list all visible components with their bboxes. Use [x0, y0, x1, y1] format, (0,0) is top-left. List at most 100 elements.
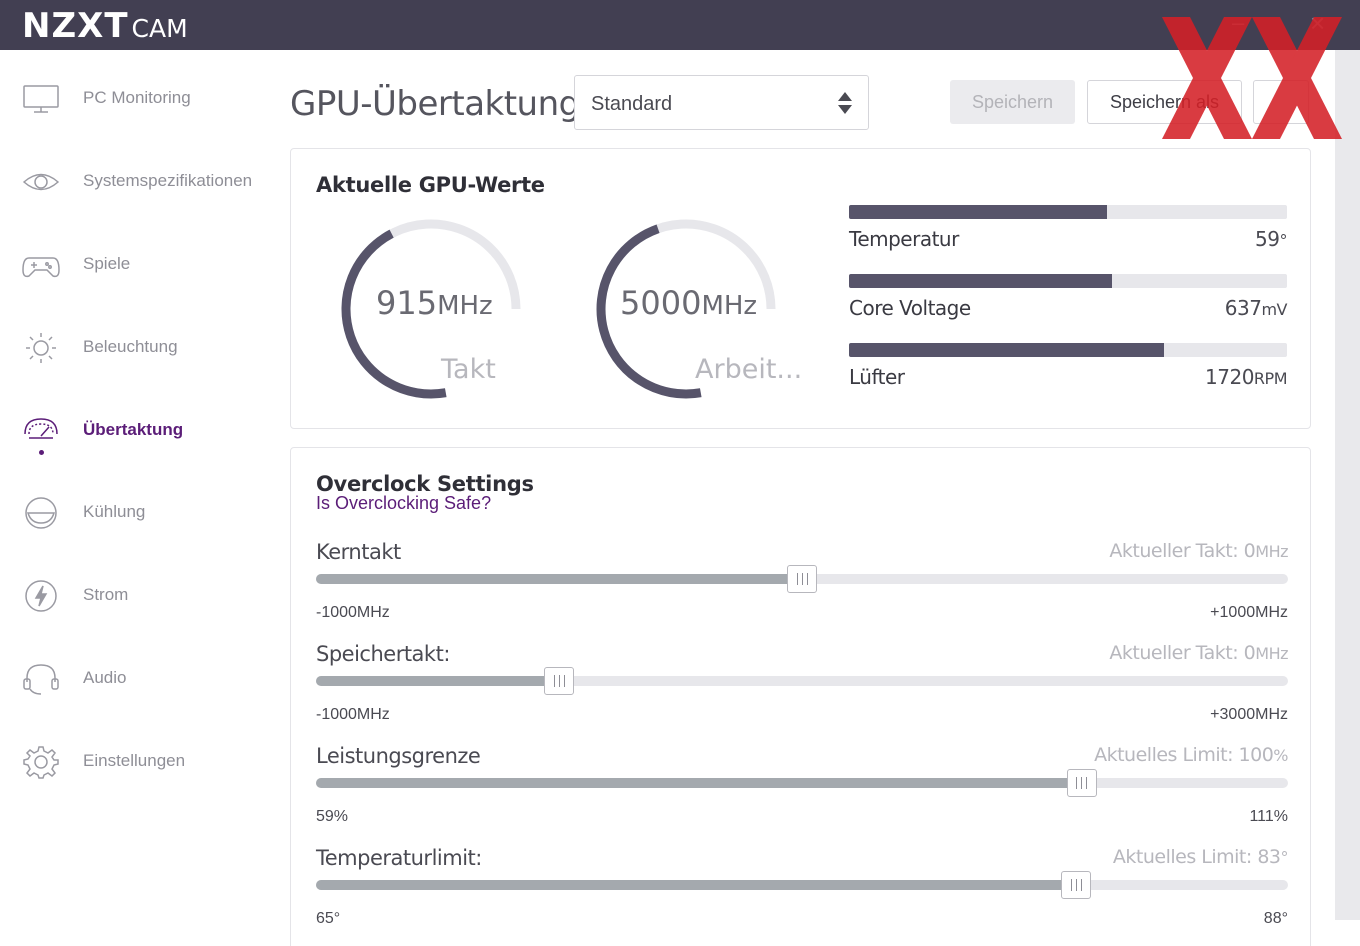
more-options-button[interactable]: [1253, 80, 1309, 124]
temperature-limit-slider-fill: [316, 880, 1077, 890]
sidebar-item-label: Beleuchtung: [83, 337, 178, 356]
fan-bar-fill: [849, 343, 1165, 357]
headset-icon: [21, 662, 61, 696]
memory-clock-slider-thumb[interactable]: [544, 667, 574, 695]
scrollbar[interactable]: [1335, 50, 1360, 946]
app-logo: NZXT CAM: [22, 6, 188, 46]
temperature-value: 59°: [1255, 227, 1287, 251]
temperature-limit-current-unit: °: [1280, 848, 1289, 867]
memory-clock-current-unit: MHz: [1255, 644, 1288, 663]
core-voltage-number: 637: [1224, 296, 1262, 320]
logo-sub-text: CAM: [131, 14, 188, 43]
core-voltage-label: Core Voltage: [849, 296, 971, 320]
memory-clock-label: Arbeit...: [695, 354, 803, 385]
core-clock-min: -1000MHz: [316, 604, 390, 621]
sidebar-item-einstellungen[interactable]: Einstellungen: [0, 731, 275, 791]
temperature-unit: °: [1279, 231, 1288, 250]
temperature-limit-slider[interactable]: [316, 871, 1288, 899]
gpu-values-card: Aktuelle GPU-Werte 915MHz Takt 5000MHz A…: [290, 148, 1311, 429]
app-window: NZXT CAM – × PC Monitoring Systemspezifi…: [0, 0, 1360, 946]
power-limit-current-unit: %: [1273, 746, 1288, 765]
sidebar-item-label: Strom: [83, 585, 129, 604]
temperature-limit-slider-label: Temperaturlimit:: [316, 846, 482, 870]
power-limit-slider-label: Leistungsgrenze: [316, 744, 481, 768]
sidebar-item-label: Kühlung: [83, 502, 146, 521]
sidebar-item-label: Systemspezifikationen: [83, 171, 253, 190]
power-limit-min: 59%: [316, 808, 349, 825]
gamepad-icon: [21, 248, 61, 282]
temperature-limit-current-text: Aktuelles Limit: 83: [1112, 846, 1281, 868]
memory-clock-current: Aktueller Takt: 0MHz: [1109, 642, 1288, 664]
save-as-button[interactable]: Speichern als: [1087, 80, 1242, 124]
eye-icon: [21, 165, 61, 199]
core-clock-current-unit: MHz: [1255, 542, 1288, 561]
core-voltage-value: 637mV: [1224, 296, 1288, 320]
sidebar-item-spiele[interactable]: Spiele: [0, 234, 275, 294]
memory-clock-unit: MHz: [701, 291, 758, 321]
sidebar-item-kuehlung[interactable]: Kühlung: [0, 482, 275, 542]
memory-clock-current-text: Aktueller Takt: 0: [1109, 642, 1256, 664]
gpu-values-title: Aktuelle GPU-Werte: [316, 173, 545, 197]
save-button[interactable]: Speichern: [950, 80, 1075, 124]
temperature-limit-min: 65°: [316, 910, 341, 927]
power-limit-slider[interactable]: [316, 769, 1288, 797]
core-voltage-bar: [849, 274, 1287, 288]
fan-number: 1720: [1205, 365, 1254, 389]
page-title: GPU-Übertaktung: [290, 84, 580, 124]
memory-clock-value: 5000MHz: [620, 284, 757, 322]
sidebar-item-label: Übertaktung: [83, 420, 184, 439]
core-clock-number: 915: [376, 284, 438, 322]
sidebar: PC Monitoring Systemspezifikationen Spie…: [0, 50, 275, 946]
temperature-number: 59: [1255, 227, 1280, 251]
core-clock-unit: MHz: [437, 291, 493, 321]
core-clock-slider-label: Kerntakt: [316, 540, 401, 564]
sidebar-item-audio[interactable]: Audio: [0, 648, 275, 708]
logo-main-text: NZXT: [22, 6, 129, 46]
power-limit-slider-thumb[interactable]: [1066, 769, 1097, 797]
fan-icon: [21, 496, 61, 530]
active-indicator-dot: [39, 450, 44, 455]
sidebar-item-beleuchtung[interactable]: Beleuchtung: [0, 317, 275, 377]
sidebar-item-uebertaktung[interactable]: Übertaktung: [0, 400, 275, 460]
power-limit-max: 111%: [1249, 808, 1288, 825]
close-button[interactable]: ×: [1310, 8, 1325, 39]
temperature-bar-fill: [849, 205, 1108, 219]
monitor-icon: [21, 82, 61, 116]
select-arrows-icon: [838, 92, 852, 114]
core-clock-label: Takt: [441, 354, 496, 385]
sidebar-item-pc-monitoring[interactable]: PC Monitoring: [0, 68, 275, 128]
speedometer-icon: [21, 414, 61, 448]
fan-bar: [849, 343, 1287, 357]
memory-clock-slider-label: Speichertakt:: [316, 642, 450, 666]
temperature-limit-current: Aktuelles Limit: 83°: [1112, 846, 1289, 868]
temperature-limit-max: 88°: [1263, 910, 1288, 927]
sidebar-item-systemspezifikationen[interactable]: Systemspezifikationen: [0, 151, 275, 211]
scrollbar-thumb[interactable]: [1335, 50, 1360, 920]
power-limit-current: Aktuelles Limit: 100%: [1094, 744, 1288, 766]
sidebar-item-label: Spiele: [83, 254, 131, 273]
memory-clock-number: 5000: [620, 284, 702, 322]
lightning-icon: [21, 579, 61, 613]
temperature-bar: [849, 205, 1287, 219]
gear-icon: [21, 745, 61, 779]
minimize-button[interactable]: –: [1232, 10, 1244, 36]
profile-select-value: Standard: [591, 93, 673, 115]
memory-clock-slider[interactable]: [316, 667, 1288, 695]
sidebar-item-label: Einstellungen: [83, 751, 186, 770]
fan-label: Lüfter: [849, 365, 905, 389]
overclocking-safe-link[interactable]: Is Overclocking Safe?: [316, 493, 491, 514]
core-voltage-bar-fill: [849, 274, 1112, 288]
sidebar-item-strom[interactable]: Strom: [0, 565, 275, 625]
power-limit-current-text: Aktuelles Limit: 100: [1094, 744, 1274, 766]
core-clock-current-text: Aktueller Takt: 0: [1109, 540, 1256, 562]
core-clock-slider-thumb[interactable]: [787, 565, 817, 593]
temperature-limit-slider-thumb[interactable]: [1061, 871, 1092, 899]
core-clock-value: 915MHz: [376, 284, 493, 322]
core-clock-current: Aktueller Takt: 0MHz: [1109, 540, 1288, 562]
sidebar-item-label: PC Monitoring: [83, 88, 191, 107]
sidebar-item-label: Audio: [83, 668, 127, 687]
title-bar: NZXT CAM – ×: [0, 0, 1360, 50]
profile-select[interactable]: Standard: [574, 75, 869, 130]
core-clock-slider[interactable]: [316, 565, 1288, 593]
core-voltage-unit: mV: [1261, 300, 1287, 319]
